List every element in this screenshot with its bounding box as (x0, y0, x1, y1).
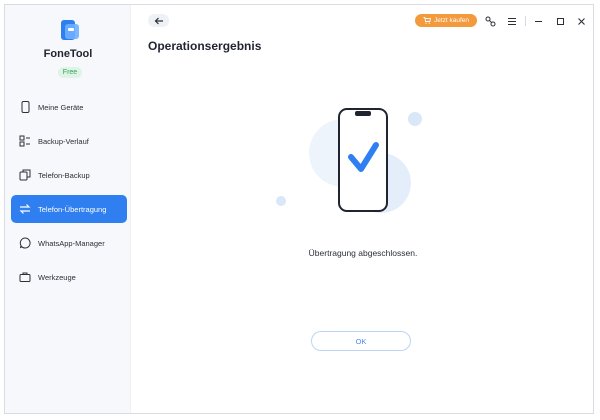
key-icon[interactable] (484, 15, 496, 27)
toolbar-divider (525, 16, 526, 26)
sidebar-item-werkzeuge[interactable]: Werkzeuge (11, 263, 127, 291)
app-logo-icon (59, 19, 81, 41)
buy-now-label: Jetzt kaufen (433, 17, 470, 24)
menu-icon[interactable] (506, 15, 518, 27)
sidebar: FoneTool Free Meine Geräte Backup-Verlau… (5, 5, 131, 413)
sidebar-item-label: Telefon-Übertragung (38, 204, 107, 214)
sidebar-item-label: Werkzeuge (38, 272, 76, 282)
ok-button[interactable]: OK (311, 331, 411, 351)
sidebar-item-label: Backup-Verlauf (38, 136, 89, 146)
sidebar-nav: Meine Geräte Backup-Verlauf Telefon-Back… (11, 93, 127, 297)
sidebar-item-telefon-uebertragung[interactable]: Telefon-Übertragung (11, 195, 127, 223)
result-message: Übertragung abgeschlossen. (308, 248, 418, 258)
minimize-icon[interactable] (532, 15, 544, 27)
history-icon (19, 135, 31, 147)
sidebar-item-label: Meine Geräte (38, 102, 84, 112)
close-icon[interactable] (575, 15, 587, 27)
transfer-icon (19, 203, 31, 215)
toolbox-icon (19, 271, 31, 283)
cart-icon (423, 17, 431, 24)
app-name: FoneTool (43, 48, 93, 60)
app-window: FoneTool Free Meine Geräte Backup-Verlau… (4, 4, 594, 414)
back-arrow-icon (154, 12, 164, 30)
sidebar-item-meine-geraete[interactable]: Meine Geräte (11, 93, 127, 121)
free-badge: Free (58, 67, 82, 78)
maximize-icon[interactable] (554, 15, 566, 27)
success-illustration (275, 105, 425, 225)
backup-icon (19, 169, 31, 181)
whatsapp-icon (19, 237, 31, 249)
back-button[interactable] (148, 14, 169, 27)
sidebar-item-telefon-backup[interactable]: Telefon-Backup (11, 161, 127, 189)
page-title: Operationsergebnis (148, 39, 262, 53)
buy-now-button[interactable]: Jetzt kaufen (415, 14, 477, 27)
sidebar-item-backup-verlauf[interactable]: Backup-Verlauf (11, 127, 127, 155)
phone-icon (19, 101, 31, 113)
sidebar-item-whatsapp-manager[interactable]: WhatsApp-Manager (11, 229, 127, 257)
sidebar-item-label: Telefon-Backup (38, 170, 90, 180)
sidebar-item-label: WhatsApp-Manager (38, 238, 105, 248)
